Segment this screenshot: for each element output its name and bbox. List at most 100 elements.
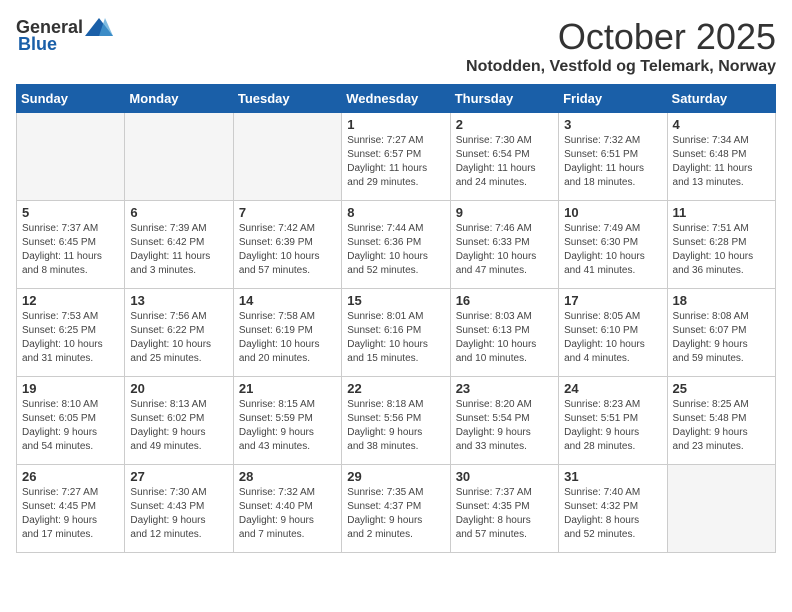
day-number: 3 bbox=[564, 117, 661, 132]
calendar-day-cell: 22 Sunrise: 8:18 AM Sunset: 5:56 PM Dayli… bbox=[342, 377, 450, 465]
calendar-table: SundayMondayTuesdayWednesdayThursdayFrid… bbox=[16, 84, 776, 553]
day-number: 2 bbox=[456, 117, 553, 132]
calendar-header-row: SundayMondayTuesdayWednesdayThursdayFrid… bbox=[17, 85, 776, 113]
calendar-day-cell: 2 Sunrise: 7:30 AM Sunset: 6:54 PM Daylig… bbox=[450, 113, 558, 201]
weekday-header: Thursday bbox=[450, 85, 558, 113]
day-info: Sunrise: 7:27 AM Sunset: 4:45 PM Dayligh… bbox=[22, 486, 119, 542]
day-number: 23 bbox=[456, 381, 553, 396]
day-number: 10 bbox=[564, 205, 661, 220]
day-number: 8 bbox=[347, 205, 444, 220]
calendar-week-row: 26Sunrise: 7:27 AM Sunset: 4:45 PM Dayli… bbox=[17, 465, 776, 553]
day-number: 14 bbox=[239, 293, 336, 308]
day-info: Sunrise: 7:30 AM Sunset: 4:43 PM Dayligh… bbox=[130, 486, 227, 542]
calendar-day-cell: 21 Sunrise: 8:15 AM Sunset: 5:59 PM Dayli… bbox=[233, 377, 341, 465]
calendar-day-cell: 3 Sunrise: 7:32 AM Sunset: 6:51 PM Daylig… bbox=[559, 113, 667, 201]
day-info: Sunrise: 8:10 AM Sunset: 6:05 PM Dayligh… bbox=[22, 398, 119, 454]
logo-icon bbox=[85, 16, 113, 38]
day-number: 12 bbox=[22, 293, 119, 308]
day-info: Sunrise: 7:37 AM Sunset: 6:45 PM Dayligh… bbox=[22, 222, 119, 278]
calendar-day-cell: 19 Sunrise: 8:10 AM Sunset: 6:05 PM Dayli… bbox=[17, 377, 125, 465]
calendar-week-row: 19 Sunrise: 8:10 AM Sunset: 6:05 PM Dayli… bbox=[17, 377, 776, 465]
day-number: 5 bbox=[22, 205, 119, 220]
day-number: 20 bbox=[130, 381, 227, 396]
calendar-week-row: 5 Sunrise: 7:37 AM Sunset: 6:45 PM Daylig… bbox=[17, 201, 776, 289]
day-info: Sunrise: 7:42 AM Sunset: 6:39 PM Dayligh… bbox=[239, 222, 336, 278]
calendar-day-cell: 4 Sunrise: 7:34 AM Sunset: 6:48 PM Daylig… bbox=[667, 113, 775, 201]
day-info: Sunrise: 8:08 AM Sunset: 6:07 PM Dayligh… bbox=[673, 310, 770, 366]
day-number: 21 bbox=[239, 381, 336, 396]
day-info: Sunrise: 8:25 AM Sunset: 5:48 PM Dayligh… bbox=[673, 398, 770, 454]
calendar-day-cell: 30 Sunrise: 7:37 AM Sunset: 4:35 PM Dayli… bbox=[450, 465, 558, 553]
day-number: 22 bbox=[347, 381, 444, 396]
day-info: Sunrise: 8:23 AM Sunset: 5:51 PM Dayligh… bbox=[564, 398, 661, 454]
day-info: Sunrise: 7:40 AM Sunset: 4:32 PM Dayligh… bbox=[564, 486, 661, 542]
day-info: Sunrise: 8:20 AM Sunset: 5:54 PM Dayligh… bbox=[456, 398, 553, 454]
calendar-week-row: 1 Sunrise: 7:27 AM Sunset: 6:57 PM Daylig… bbox=[17, 113, 776, 201]
day-info: Sunrise: 7:34 AM Sunset: 6:48 PM Dayligh… bbox=[673, 134, 770, 190]
day-info: Sunrise: 8:15 AM Sunset: 5:59 PM Dayligh… bbox=[239, 398, 336, 454]
day-info: Sunrise: 8:03 AM Sunset: 6:13 PM Dayligh… bbox=[456, 310, 553, 366]
day-info: Sunrise: 7:27 AM Sunset: 6:57 PM Dayligh… bbox=[347, 134, 444, 190]
day-number: 24 bbox=[564, 381, 661, 396]
day-info: Sunrise: 7:37 AM Sunset: 4:35 PM Dayligh… bbox=[456, 486, 553, 542]
day-info: Sunrise: 7:56 AM Sunset: 6:22 PM Dayligh… bbox=[130, 310, 227, 366]
title-block: October 2025 Notodden, Vestfold og Telem… bbox=[466, 16, 776, 76]
day-info: Sunrise: 7:44 AM Sunset: 6:36 PM Dayligh… bbox=[347, 222, 444, 278]
weekday-header: Friday bbox=[559, 85, 667, 113]
day-number: 27 bbox=[130, 469, 227, 484]
weekday-header: Monday bbox=[125, 85, 233, 113]
day-info: Sunrise: 7:51 AM Sunset: 6:28 PM Dayligh… bbox=[673, 222, 770, 278]
day-info: Sunrise: 7:32 AM Sunset: 4:40 PM Dayligh… bbox=[239, 486, 336, 542]
day-number: 4 bbox=[673, 117, 770, 132]
month-title: October 2025 bbox=[466, 16, 776, 58]
calendar-day-cell: 28 Sunrise: 7:32 AM Sunset: 4:40 PM Dayli… bbox=[233, 465, 341, 553]
calendar-day-cell: 13Sunrise: 7:56 AM Sunset: 6:22 PM Dayli… bbox=[125, 289, 233, 377]
location-title: Notodden, Vestfold og Telemark, Norway bbox=[466, 58, 776, 76]
day-number: 16 bbox=[456, 293, 553, 308]
weekday-header: Tuesday bbox=[233, 85, 341, 113]
day-number: 6 bbox=[130, 205, 227, 220]
calendar-day-cell: 1 Sunrise: 7:27 AM Sunset: 6:57 PM Daylig… bbox=[342, 113, 450, 201]
day-info: Sunrise: 8:18 AM Sunset: 5:56 PM Dayligh… bbox=[347, 398, 444, 454]
day-number: 11 bbox=[673, 205, 770, 220]
calendar-week-row: 12 Sunrise: 7:53 AM Sunset: 6:25 PM Dayli… bbox=[17, 289, 776, 377]
day-info: Sunrise: 7:30 AM Sunset: 6:54 PM Dayligh… bbox=[456, 134, 553, 190]
day-info: Sunrise: 8:05 AM Sunset: 6:10 PM Dayligh… bbox=[564, 310, 661, 366]
day-number: 28 bbox=[239, 469, 336, 484]
calendar-day-cell: 14 Sunrise: 7:58 AM Sunset: 6:19 PM Dayli… bbox=[233, 289, 341, 377]
calendar-day-cell: 15Sunrise: 8:01 AM Sunset: 6:16 PM Dayli… bbox=[342, 289, 450, 377]
day-number: 19 bbox=[22, 381, 119, 396]
day-number: 18 bbox=[673, 293, 770, 308]
calendar-day-cell: 29Sunrise: 7:35 AM Sunset: 4:37 PM Dayli… bbox=[342, 465, 450, 553]
weekday-header: Sunday bbox=[17, 85, 125, 113]
weekday-header: Wednesday bbox=[342, 85, 450, 113]
calendar-day-cell: 7Sunrise: 7:42 AM Sunset: 6:39 PM Daylig… bbox=[233, 201, 341, 289]
day-number: 30 bbox=[456, 469, 553, 484]
day-number: 17 bbox=[564, 293, 661, 308]
calendar-day-cell: 12 Sunrise: 7:53 AM Sunset: 6:25 PM Dayli… bbox=[17, 289, 125, 377]
day-info: Sunrise: 7:53 AM Sunset: 6:25 PM Dayligh… bbox=[22, 310, 119, 366]
day-info: Sunrise: 7:58 AM Sunset: 6:19 PM Dayligh… bbox=[239, 310, 336, 366]
calendar-day-cell bbox=[667, 465, 775, 553]
day-info: Sunrise: 8:01 AM Sunset: 6:16 PM Dayligh… bbox=[347, 310, 444, 366]
day-info: Sunrise: 7:46 AM Sunset: 6:33 PM Dayligh… bbox=[456, 222, 553, 278]
page-header: General Blue October 2025 Notodden, Vest… bbox=[16, 16, 776, 76]
calendar-day-cell: 27 Sunrise: 7:30 AM Sunset: 4:43 PM Dayli… bbox=[125, 465, 233, 553]
logo-blue: Blue bbox=[18, 34, 57, 55]
calendar-day-cell: 9 Sunrise: 7:46 AM Sunset: 6:33 PM Daylig… bbox=[450, 201, 558, 289]
day-info: Sunrise: 7:49 AM Sunset: 6:30 PM Dayligh… bbox=[564, 222, 661, 278]
day-number: 9 bbox=[456, 205, 553, 220]
calendar-day-cell: 10 Sunrise: 7:49 AM Sunset: 6:30 PM Dayli… bbox=[559, 201, 667, 289]
calendar-day-cell: 8 Sunrise: 7:44 AM Sunset: 6:36 PM Daylig… bbox=[342, 201, 450, 289]
day-info: Sunrise: 8:13 AM Sunset: 6:02 PM Dayligh… bbox=[130, 398, 227, 454]
calendar-day-cell: 20 Sunrise: 8:13 AM Sunset: 6:02 PM Dayli… bbox=[125, 377, 233, 465]
day-number: 25 bbox=[673, 381, 770, 396]
calendar-day-cell: 6Sunrise: 7:39 AM Sunset: 6:42 PM Daylig… bbox=[125, 201, 233, 289]
day-number: 1 bbox=[347, 117, 444, 132]
day-number: 31 bbox=[564, 469, 661, 484]
weekday-header: Saturday bbox=[667, 85, 775, 113]
calendar-day-cell bbox=[233, 113, 341, 201]
day-info: Sunrise: 7:32 AM Sunset: 6:51 PM Dayligh… bbox=[564, 134, 661, 190]
calendar-day-cell: 11 Sunrise: 7:51 AM Sunset: 6:28 PM Dayli… bbox=[667, 201, 775, 289]
calendar-day-cell: 26Sunrise: 7:27 AM Sunset: 4:45 PM Dayli… bbox=[17, 465, 125, 553]
